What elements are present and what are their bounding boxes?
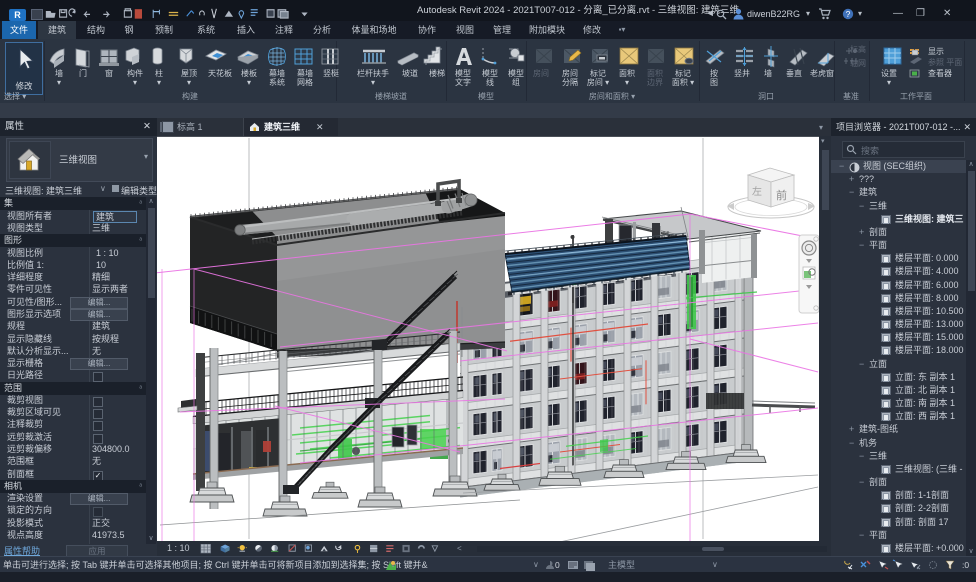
svg-text:?: ? [846,9,851,19]
svg-text:左: 左 [752,185,762,198]
svg-text:前: 前 [776,188,787,202]
